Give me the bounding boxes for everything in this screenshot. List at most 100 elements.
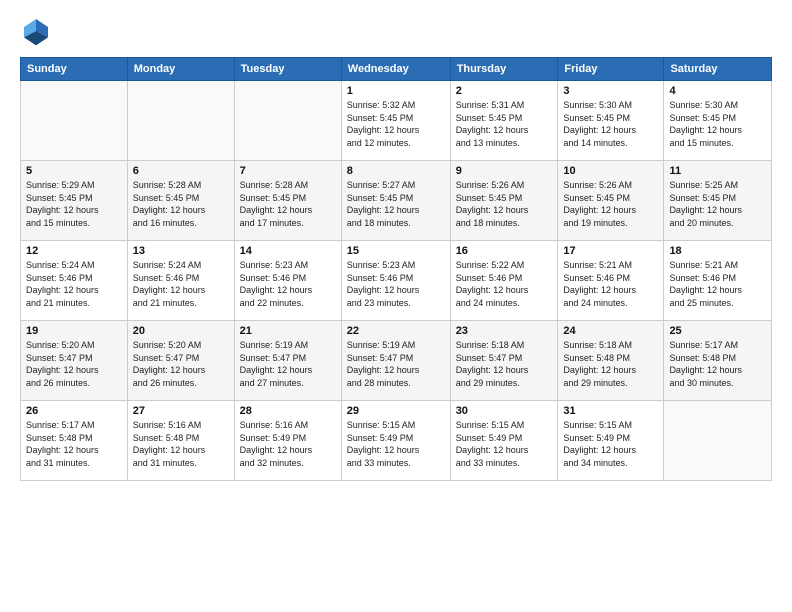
day-number: 22	[347, 325, 445, 337]
calendar-cell: 22 Sunrise: 5:19 AM Sunset: 5:47 PM Dayli…	[341, 321, 450, 401]
day-number: 11	[669, 165, 766, 177]
weekday-header-saturday: Saturday	[664, 58, 772, 81]
day-number: 31	[563, 405, 658, 417]
calendar-cell: 20 Sunrise: 5:20 AM Sunset: 5:47 PM Dayli…	[127, 321, 234, 401]
day-info: Sunrise: 5:24 AM Sunset: 5:46 PM Dayligh…	[133, 259, 229, 309]
day-info: Sunrise: 5:22 AM Sunset: 5:46 PM Dayligh…	[456, 259, 553, 309]
day-number: 12	[26, 245, 122, 257]
weekday-header-friday: Friday	[558, 58, 664, 81]
calendar-cell: 25 Sunrise: 5:17 AM Sunset: 5:48 PM Dayli…	[664, 321, 772, 401]
calendar-week-row: 26Sunrise: 5:17 AM Sunset: 5:48 PM Dayli…	[21, 401, 772, 481]
calendar-cell: 3 Sunrise: 5:30 AM Sunset: 5:45 PM Daylig…	[558, 81, 664, 161]
calendar-cell	[664, 401, 772, 481]
calendar-cell: 6 Sunrise: 5:28 AM Sunset: 5:45 PM Daylig…	[127, 161, 234, 241]
day-number: 28	[240, 405, 336, 417]
day-info: Sunrise: 5:18 AM Sunset: 5:48 PM Dayligh…	[563, 339, 658, 389]
day-info: Sunrise: 5:26 AM Sunset: 5:45 PM Dayligh…	[563, 179, 658, 229]
day-number: 7	[240, 165, 336, 177]
header	[20, 15, 772, 47]
calendar-cell: 19 Sunrise: 5:20 AM Sunset: 5:47 PM Dayli…	[21, 321, 128, 401]
calendar-week-row: 1 Sunrise: 5:32 AM Sunset: 5:45 PM Daylig…	[21, 81, 772, 161]
day-info: Sunrise: 5:15 AM Sunset: 5:49 PM Dayligh…	[347, 419, 445, 469]
day-info: Sunrise: 5:28 AM Sunset: 5:45 PM Dayligh…	[240, 179, 336, 229]
calendar-cell: 7 Sunrise: 5:28 AM Sunset: 5:45 PM Daylig…	[234, 161, 341, 241]
calendar-cell: 1 Sunrise: 5:32 AM Sunset: 5:45 PM Daylig…	[341, 81, 450, 161]
calendar-cell	[21, 81, 128, 161]
calendar-cell: 23Sunrise: 5:18 AM Sunset: 5:47 PM Dayli…	[450, 321, 558, 401]
calendar-cell: 26Sunrise: 5:17 AM Sunset: 5:48 PM Dayli…	[21, 401, 128, 481]
logo-icon	[20, 15, 52, 47]
weekday-header-tuesday: Tuesday	[234, 58, 341, 81]
day-info: Sunrise: 5:29 AM Sunset: 5:45 PM Dayligh…	[26, 179, 122, 229]
day-info: Sunrise: 5:27 AM Sunset: 5:45 PM Dayligh…	[347, 179, 445, 229]
day-number: 2	[456, 85, 553, 97]
day-number: 18	[669, 245, 766, 257]
calendar-cell: 16 Sunrise: 5:22 AM Sunset: 5:46 PM Dayli…	[450, 241, 558, 321]
day-number: 1	[347, 85, 445, 97]
calendar-cell	[127, 81, 234, 161]
day-info: Sunrise: 5:23 AM Sunset: 5:46 PM Dayligh…	[347, 259, 445, 309]
day-info: Sunrise: 5:28 AM Sunset: 5:45 PM Dayligh…	[133, 179, 229, 229]
page: SundayMondayTuesdayWednesdayThursdayFrid…	[0, 0, 792, 612]
calendar-week-row: 5 Sunrise: 5:29 AM Sunset: 5:45 PM Daylig…	[21, 161, 772, 241]
day-number: 19	[26, 325, 122, 337]
calendar-cell: 28Sunrise: 5:16 AM Sunset: 5:49 PM Dayli…	[234, 401, 341, 481]
day-info: Sunrise: 5:25 AM Sunset: 5:45 PM Dayligh…	[669, 179, 766, 229]
day-number: 16	[456, 245, 553, 257]
day-number: 27	[133, 405, 229, 417]
day-number: 8	[347, 165, 445, 177]
calendar-cell: 11 Sunrise: 5:25 AM Sunset: 5:45 PM Dayli…	[664, 161, 772, 241]
weekday-header-sunday: Sunday	[21, 58, 128, 81]
calendar-cell: 12 Sunrise: 5:24 AM Sunset: 5:46 PM Dayli…	[21, 241, 128, 321]
weekday-header-monday: Monday	[127, 58, 234, 81]
day-number: 17	[563, 245, 658, 257]
day-info: Sunrise: 5:32 AM Sunset: 5:45 PM Dayligh…	[347, 99, 445, 149]
day-info: Sunrise: 5:30 AM Sunset: 5:45 PM Dayligh…	[563, 99, 658, 149]
day-info: Sunrise: 5:18 AM Sunset: 5:47 PM Dayligh…	[456, 339, 553, 389]
day-number: 6	[133, 165, 229, 177]
calendar-cell: 27Sunrise: 5:16 AM Sunset: 5:48 PM Dayli…	[127, 401, 234, 481]
day-info: Sunrise: 5:21 AM Sunset: 5:46 PM Dayligh…	[669, 259, 766, 309]
calendar-cell: 29 Sunrise: 5:15 AM Sunset: 5:49 PM Dayli…	[341, 401, 450, 481]
calendar-cell: 4 Sunrise: 5:30 AM Sunset: 5:45 PM Daylig…	[664, 81, 772, 161]
logo	[20, 15, 58, 47]
day-number: 15	[347, 245, 445, 257]
day-info: Sunrise: 5:26 AM Sunset: 5:45 PM Dayligh…	[456, 179, 553, 229]
calendar-cell: 9 Sunrise: 5:26 AM Sunset: 5:45 PM Daylig…	[450, 161, 558, 241]
weekday-header-wednesday: Wednesday	[341, 58, 450, 81]
calendar-cell: 24 Sunrise: 5:18 AM Sunset: 5:48 PM Dayli…	[558, 321, 664, 401]
day-info: Sunrise: 5:20 AM Sunset: 5:47 PM Dayligh…	[26, 339, 122, 389]
day-info: Sunrise: 5:17 AM Sunset: 5:48 PM Dayligh…	[669, 339, 766, 389]
calendar-cell: 15 Sunrise: 5:23 AM Sunset: 5:46 PM Dayli…	[341, 241, 450, 321]
day-info: Sunrise: 5:19 AM Sunset: 5:47 PM Dayligh…	[240, 339, 336, 389]
calendar-week-row: 12 Sunrise: 5:24 AM Sunset: 5:46 PM Dayli…	[21, 241, 772, 321]
day-number: 13	[133, 245, 229, 257]
calendar-week-row: 19 Sunrise: 5:20 AM Sunset: 5:47 PM Dayli…	[21, 321, 772, 401]
day-info: Sunrise: 5:19 AM Sunset: 5:47 PM Dayligh…	[347, 339, 445, 389]
calendar-cell: 5 Sunrise: 5:29 AM Sunset: 5:45 PM Daylig…	[21, 161, 128, 241]
day-number: 9	[456, 165, 553, 177]
calendar-cell: 8 Sunrise: 5:27 AM Sunset: 5:45 PM Daylig…	[341, 161, 450, 241]
day-number: 29	[347, 405, 445, 417]
day-info: Sunrise: 5:24 AM Sunset: 5:46 PM Dayligh…	[26, 259, 122, 309]
day-number: 20	[133, 325, 229, 337]
day-number: 4	[669, 85, 766, 97]
day-info: Sunrise: 5:23 AM Sunset: 5:46 PM Dayligh…	[240, 259, 336, 309]
day-number: 5	[26, 165, 122, 177]
day-info: Sunrise: 5:30 AM Sunset: 5:45 PM Dayligh…	[669, 99, 766, 149]
calendar-cell: 18 Sunrise: 5:21 AM Sunset: 5:46 PM Dayli…	[664, 241, 772, 321]
day-number: 24	[563, 325, 658, 337]
day-info: Sunrise: 5:17 AM Sunset: 5:48 PM Dayligh…	[26, 419, 122, 469]
day-number: 25	[669, 325, 766, 337]
calendar-cell: 17Sunrise: 5:21 AM Sunset: 5:46 PM Dayli…	[558, 241, 664, 321]
calendar-header-row: SundayMondayTuesdayWednesdayThursdayFrid…	[21, 58, 772, 81]
calendar-table: SundayMondayTuesdayWednesdayThursdayFrid…	[20, 57, 772, 481]
calendar-cell	[234, 81, 341, 161]
day-info: Sunrise: 5:20 AM Sunset: 5:47 PM Dayligh…	[133, 339, 229, 389]
day-number: 10	[563, 165, 658, 177]
day-info: Sunrise: 5:15 AM Sunset: 5:49 PM Dayligh…	[563, 419, 658, 469]
day-info: Sunrise: 5:31 AM Sunset: 5:45 PM Dayligh…	[456, 99, 553, 149]
day-number: 30	[456, 405, 553, 417]
day-number: 3	[563, 85, 658, 97]
day-number: 21	[240, 325, 336, 337]
